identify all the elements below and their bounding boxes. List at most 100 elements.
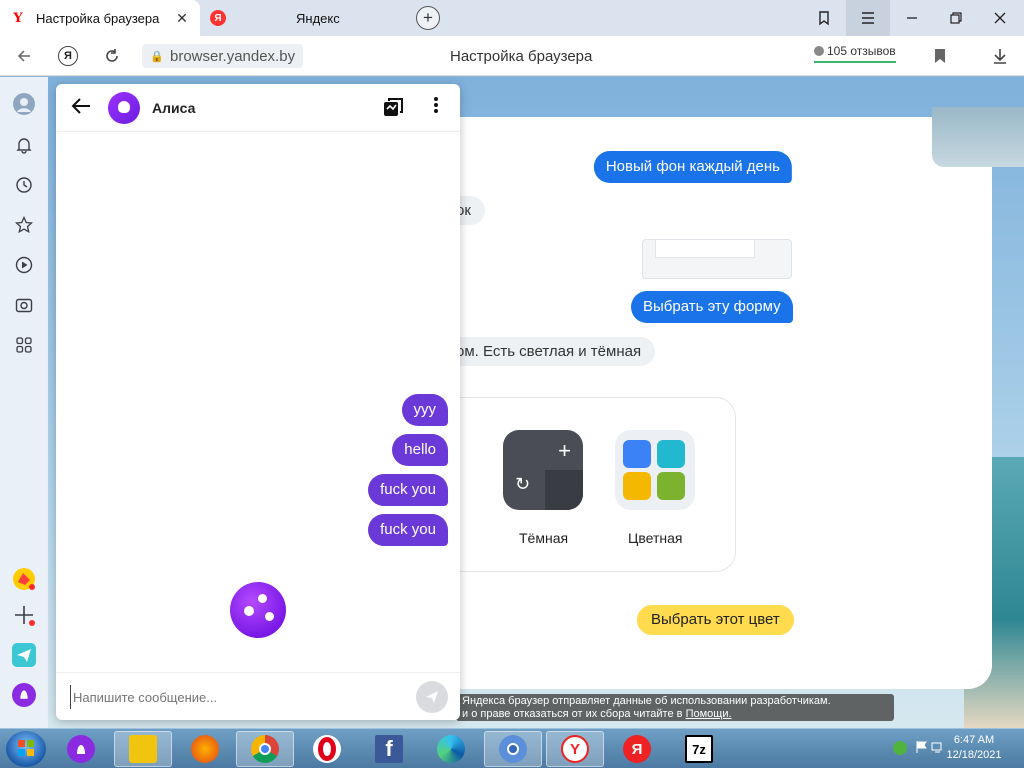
reload-button[interactable] — [100, 44, 124, 68]
taskbar-explorer[interactable] — [114, 731, 172, 767]
alice-button[interactable] — [12, 683, 36, 707]
opera-icon — [313, 735, 341, 763]
lock-icon[interactable]: 🔒 — [150, 50, 164, 63]
taskbar-yandex-browser[interactable]: Y — [546, 731, 604, 767]
blue-swatch — [623, 440, 651, 468]
close-window-button[interactable] — [978, 0, 1022, 36]
sidebar — [0, 77, 48, 728]
form-preview[interactable] — [642, 239, 792, 279]
notice-line-1: Яндекса браузер отправляет данные об исп… — [462, 695, 831, 707]
orb-dot — [244, 606, 254, 616]
downloads-button[interactable] — [988, 44, 1012, 68]
taskbar-chrome[interactable] — [236, 731, 294, 767]
alice-icon — [67, 735, 95, 763]
alice-input-area — [56, 672, 460, 720]
minimize-button[interactable] — [890, 0, 934, 36]
firefox-icon — [191, 735, 219, 763]
taskbar-7zip[interactable]: 7z — [670, 731, 728, 767]
star-icon — [15, 216, 33, 234]
facebook-icon: f — [375, 735, 403, 763]
arrow-left-icon — [71, 98, 90, 114]
background-preview-image[interactable] — [932, 107, 1024, 167]
taskbar-opera[interactable] — [298, 731, 356, 767]
user-message: yyy — [401, 394, 448, 426]
url-field[interactable]: 🔒 browser.yandex.by — [142, 44, 304, 68]
taskbar-yandex[interactable]: Я — [608, 731, 666, 767]
address-bar: Я 🔒 browser.yandex.by Настройка браузера… — [0, 36, 1024, 76]
menu-button[interactable] — [846, 0, 890, 36]
reviews-button[interactable]: 105 отзывов — [814, 44, 896, 63]
new-tab-button[interactable]: + — [416, 6, 440, 30]
send-button[interactable] — [416, 681, 448, 713]
restore-button[interactable] — [934, 0, 978, 36]
user-message: hello — [392, 434, 448, 466]
alice-voice-orb[interactable] — [230, 582, 286, 638]
folder-icon — [129, 735, 157, 763]
color-theme-tile[interactable] — [615, 430, 695, 510]
bookmark-icon — [935, 49, 945, 63]
flag-tray-icon[interactable] — [914, 740, 930, 756]
close-icon — [994, 12, 1006, 24]
close-icon[interactable]: ✕ — [174, 10, 190, 27]
new-background-bubble: Новый фон каждый день — [593, 151, 792, 183]
choose-color-button[interactable]: Выбрать этот цвет — [637, 605, 794, 635]
start-button[interactable] — [6, 731, 46, 767]
history-button[interactable] — [12, 173, 36, 197]
utorrent-tray-icon[interactable] — [892, 740, 908, 756]
orb-dot — [258, 594, 267, 603]
download-icon — [994, 49, 1006, 64]
video-button[interactable] — [12, 253, 36, 277]
choose-form-button[interactable]: Выбрать эту форму — [631, 291, 793, 323]
cards-button[interactable] — [382, 96, 404, 118]
user-message: fuck you — [368, 514, 448, 546]
chrome-icon — [251, 735, 279, 763]
windows-logo-icon — [18, 740, 34, 756]
back-button[interactable] — [12, 44, 36, 68]
taskbar-alice[interactable] — [52, 731, 110, 767]
more-options-button[interactable] — [426, 96, 446, 118]
taskbar-firefox[interactable] — [176, 731, 234, 767]
screenshot-button[interactable] — [12, 293, 36, 317]
bookmarks-collection-button[interactable] — [802, 0, 846, 36]
alice-panel: Алиса yyy hello fuck you fuck you — [56, 84, 460, 720]
yandex-ya-icon: Я — [64, 50, 72, 62]
taskbar-chromium[interactable] — [484, 731, 542, 767]
back-button[interactable] — [70, 95, 94, 119]
theme-selector: + ↻ Тёмная Цветная — [428, 397, 736, 572]
arrow-left-icon — [17, 50, 30, 62]
help-link[interactable]: Помощи. — [686, 708, 732, 720]
notifications-button[interactable] — [12, 133, 36, 157]
comment-icon — [814, 46, 824, 56]
tab-yandex[interactable]: Я Яндекс — [200, 0, 400, 36]
market-icon — [13, 568, 35, 590]
apps-button[interactable] — [12, 333, 36, 357]
paper-plane-icon — [12, 643, 36, 667]
user-message: fuck you — [368, 474, 448, 506]
bookmark-button[interactable] — [928, 44, 952, 68]
grid-icon — [16, 337, 32, 353]
profile-button[interactable] — [12, 92, 36, 116]
hamburger-icon — [862, 12, 874, 24]
yandex-browser-icon: Y — [561, 735, 589, 763]
alice-title: Алиса — [152, 100, 196, 116]
yandex-circle-icon: Я — [210, 10, 226, 26]
tab-browser-settings[interactable]: Y Настройка браузера ✕ — [0, 0, 200, 36]
alice-header: Алиса — [56, 84, 460, 132]
minimize-icon — [907, 17, 917, 19]
messenger-button[interactable] — [12, 643, 36, 667]
orb-dot — [265, 612, 274, 621]
reload-icon — [106, 49, 118, 62]
dark-theme-tile[interactable]: + ↻ — [503, 430, 583, 510]
add-panel-button[interactable] — [12, 603, 36, 627]
taskbar-edge[interactable] — [422, 731, 480, 767]
user-icon — [13, 93, 35, 115]
market-button[interactable] — [12, 567, 36, 591]
clock[interactable]: 6:47 AM 12/18/2021 — [944, 733, 1004, 763]
bookmarks-button[interactable] — [12, 213, 36, 237]
privacy-notice: Яндекса браузер отправляет данные об исп… — [456, 694, 894, 721]
tab-bar: Y Настройка браузера ✕ Я Яндекс + — [0, 0, 1024, 36]
alice-icon — [12, 683, 36, 707]
message-input[interactable] — [70, 685, 400, 709]
taskbar-facebook[interactable]: f — [360, 731, 418, 767]
yandex-home-button[interactable]: Я — [58, 46, 78, 66]
